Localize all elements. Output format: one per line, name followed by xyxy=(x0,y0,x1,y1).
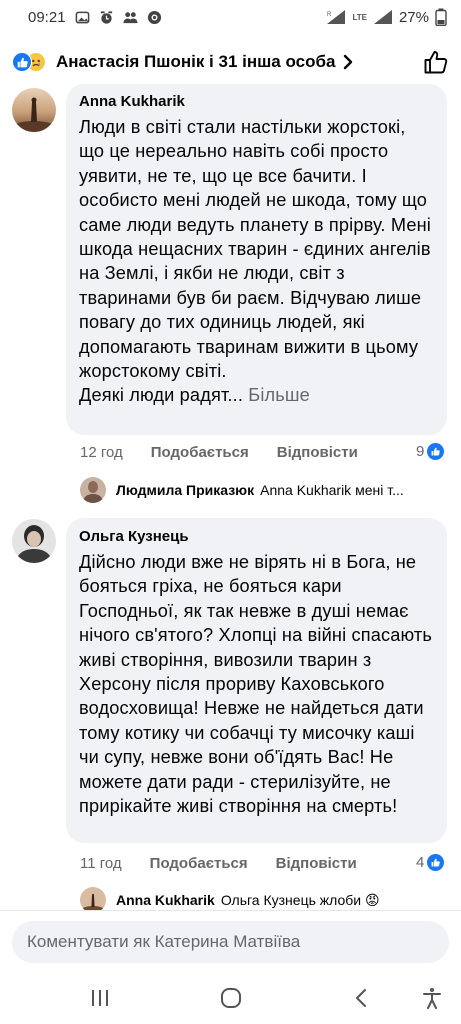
comment-bubble[interactable]: Ольга Кузнець Дійсно люди вже не вірять … xyxy=(66,518,447,843)
like-reaction-icon xyxy=(427,443,445,460)
system-nav-bar xyxy=(0,972,461,1024)
network-type: LTE xyxy=(352,12,367,22)
battery-icon xyxy=(435,8,447,26)
image-notification-icon xyxy=(75,11,89,23)
battery-percent: 27% xyxy=(398,8,429,26)
home-icon[interactable] xyxy=(218,986,244,1010)
comment-text-last-line: Деякі люди радят... xyxy=(79,385,244,406)
avatar[interactable] xyxy=(12,88,56,132)
reaction-count[interactable]: 9 xyxy=(416,443,445,460)
like-reaction-icon xyxy=(12,52,32,72)
reply-author: Anna Kukharik xyxy=(116,892,215,908)
reaction-count-number: 9 xyxy=(416,443,425,460)
avatar xyxy=(80,477,106,503)
comment-text: Дійсно люди вже не вірять ні в Бога, не … xyxy=(79,552,433,817)
app-notification-icon xyxy=(147,10,161,24)
see-more-link[interactable]: Більше xyxy=(248,385,310,405)
like-button[interactable]: Подобається xyxy=(151,444,249,461)
status-time: 09:21 xyxy=(28,8,66,26)
avatar-image xyxy=(12,519,56,563)
signal-r-label: R xyxy=(327,12,332,18)
like-button[interactable]: Подобається xyxy=(150,855,248,872)
comment-bubble[interactable]: Anna Kukharik Люди в світі стали настіль… xyxy=(66,84,447,435)
reply-button[interactable]: Відповісти xyxy=(276,855,357,872)
recent-apps-icon[interactable] xyxy=(88,986,112,1010)
like-reaction-icon xyxy=(427,854,445,871)
avatar[interactable] xyxy=(12,519,56,563)
comment-time: 12 год xyxy=(80,444,123,461)
reactions-header[interactable]: Анастасія Пшонік і 31 інша особа xyxy=(0,40,461,84)
reply-text: Ольга Кузнець жлоби 😡 xyxy=(220,891,380,908)
reaction-count-number: 4 xyxy=(416,854,425,871)
reply-text: Anna Kukharik мені т... xyxy=(260,482,404,498)
status-bar: 09:21 R LTE 27% xyxy=(0,0,461,34)
reply-button[interactable]: Відповісти xyxy=(277,444,358,461)
accessibility-icon[interactable] xyxy=(420,986,444,1010)
reactions-title[interactable]: Анастасія Пшонік і 31 інша особа xyxy=(56,52,335,72)
comment-text: Люди в світі стали настільки жорстокі, щ… xyxy=(79,115,434,408)
reply-preview[interactable]: Людмила Приказюк Anna Kukharik мені т... xyxy=(80,477,455,503)
reaction-count[interactable]: 4 xyxy=(416,854,445,871)
status-right: R LTE 27% xyxy=(326,8,447,26)
thumbs-up-icon[interactable] xyxy=(423,49,449,75)
reply-author: Людмила Приказюк xyxy=(116,482,255,498)
comment-input[interactable]: Коментувати як Катерина Матвіїва xyxy=(12,921,449,963)
people-notification-icon xyxy=(123,11,138,23)
comment-author[interactable]: Anna Kukharik xyxy=(79,93,434,110)
comment-text-body: Люди в світі стали настільки жорстокі, щ… xyxy=(79,117,431,382)
comment-actions: 12 год Подобається Відповісти xyxy=(80,444,386,461)
avatar-image xyxy=(12,88,56,132)
reaction-icons xyxy=(12,51,48,73)
comment-author[interactable]: Ольга Кузнець xyxy=(79,528,434,545)
signal-icon: R xyxy=(327,10,346,24)
status-left: 09:21 xyxy=(28,9,162,26)
signal-icon-2 xyxy=(373,10,392,24)
back-icon[interactable] xyxy=(350,986,372,1010)
comment-time: 11 год xyxy=(80,855,122,872)
comment-actions: 11 год Подобається Відповісти xyxy=(80,855,385,872)
compose-bar: Коментувати як Катерина Матвіїва xyxy=(0,910,461,972)
alarm-notification-icon xyxy=(100,10,112,24)
chevron-right-icon[interactable] xyxy=(341,53,355,71)
